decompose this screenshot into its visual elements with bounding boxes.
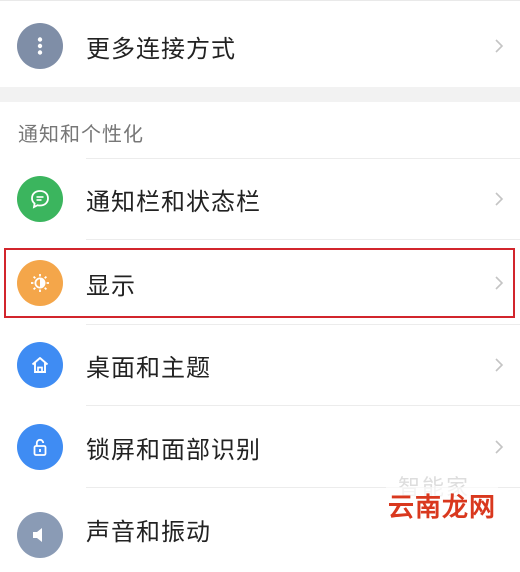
section-title: 通知和个性化	[18, 122, 144, 146]
settings-item-label: 桌面和主题	[86, 353, 211, 382]
chevron-right-icon	[495, 358, 504, 372]
chevron-right-icon	[495, 440, 504, 454]
chevron-right-icon	[495, 192, 504, 206]
section-gap	[0, 87, 520, 102]
lock-icon	[17, 424, 63, 470]
settings-item-desktop[interactable]: 桌面和主题	[0, 324, 520, 406]
home-icon	[17, 342, 63, 388]
brand-logo-text: 云南龙网	[386, 487, 499, 524]
chat-bubble-icon	[17, 176, 63, 222]
more-vertical-icon	[17, 23, 63, 69]
divider	[86, 239, 520, 240]
settings-item-more-connect[interactable]: 更多连接方式	[0, 5, 520, 87]
settings-item-label: 通知栏和状态栏	[86, 187, 261, 216]
highlight-box	[4, 248, 515, 318]
top-divider	[0, 0, 520, 1]
chevron-right-icon	[495, 39, 504, 53]
settings-item-notification[interactable]: 通知栏和状态栏	[0, 158, 520, 240]
divider	[86, 158, 520, 159]
settings-item-label: 锁屏和面部识别	[86, 435, 261, 464]
speaker-icon	[17, 512, 63, 558]
settings-item-label: 更多连接方式	[86, 34, 236, 63]
divider	[86, 324, 520, 325]
settings-item-label: 声音和振动	[86, 518, 211, 546]
